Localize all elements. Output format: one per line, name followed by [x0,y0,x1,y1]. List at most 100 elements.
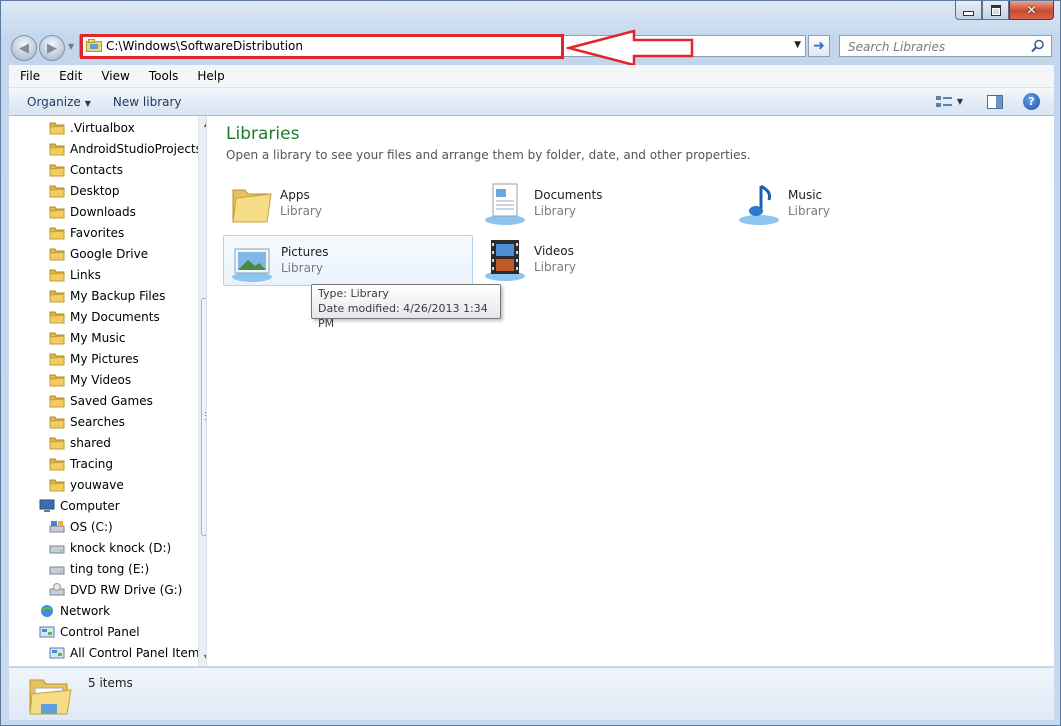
menu-tools[interactable]: Tools [139,69,188,83]
nav-item[interactable]: Google Drive [49,243,148,264]
videos-folder-icon [49,374,65,386]
nav-item[interactable]: Links [49,264,101,285]
library-tile-documents[interactable]: Documents Library [477,179,727,230]
nav-item[interactable]: Tracing [49,453,113,474]
nav-item-label: Links [70,267,101,282]
nav-item[interactable]: My Videos [49,369,131,390]
nav-item[interactable]: Desktop [49,180,120,201]
address-bar[interactable]: C:\Windows\SoftwareDistribution ▼ [79,35,806,57]
nav-item-label: Searches [70,414,125,429]
nav-item-label: Favorites [70,225,125,240]
nav-item-label: My Pictures [70,351,139,366]
contacts-folder-icon [49,164,65,176]
library-tile-apps[interactable]: Apps Library [223,179,473,230]
nav-item[interactable]: Searches [49,411,125,432]
nav-item-label: All Control Panel Items [70,645,206,660]
forward-button[interactable]: ▶ [39,35,65,61]
nav-item[interactable]: My Pictures [49,348,139,369]
tooltip-type: Type: Library [318,287,389,300]
address-path[interactable]: C:\Windows\SoftwareDistribution [106,39,303,53]
system-drive-icon [49,520,65,532]
go-button[interactable]: ➜ [808,35,830,57]
go-arrow-icon: ➜ [813,38,825,54]
menu-view[interactable]: View [91,69,138,83]
nav-item[interactable]: My Music [49,327,125,348]
music-folder-icon [49,332,65,344]
details-pane: 5 items [9,667,1054,720]
nav-item[interactable]: youwave [49,474,124,495]
nav-item[interactable]: Downloads [49,201,136,222]
nav-item[interactable]: knock knock (D:) [49,537,171,558]
music-library-icon [739,184,779,225]
organize-button[interactable]: Organize ▼ [19,95,99,109]
nav-item[interactable]: .Virtualbox [49,117,135,138]
navigation-scrollbar[interactable]: ▲ ▼ [198,116,206,666]
menu-help[interactable]: Help [187,69,233,83]
back-arrow-icon: ◀ [19,40,29,56]
nav-item[interactable]: All Control Panel Items [49,642,206,663]
library-name: Music [788,188,823,202]
nav-item-label: Desktop [70,183,120,198]
nav-item-label: My Documents [70,309,160,324]
preview-pane-icon[interactable] [987,94,1003,109]
minimize-button[interactable] [955,1,982,20]
nav-item[interactable]: My Documents [49,306,160,327]
nav-item[interactable]: Favorites [49,222,124,243]
library-tile-music[interactable]: Music Library [731,179,981,230]
nav-item[interactable]: Saved Games [49,390,153,411]
maximize-button[interactable] [982,1,1009,20]
nav-item[interactable]: Computer [39,495,120,516]
nav-item-label: youwave [70,477,124,492]
search-icon[interactable] [1031,39,1045,53]
nav-item-label: AndroidStudioProjects [70,141,202,156]
nav-item[interactable]: DVD RW Drive (G:) [49,579,182,600]
nav-item[interactable]: AndroidStudioProjects [49,138,202,159]
item-count: 5 items [88,676,133,690]
nav-item[interactable]: shared [49,432,111,453]
nav-item[interactable]: OS (C:) [49,516,113,537]
favorites-folder-icon [49,227,65,239]
command-bar: Organize ▼ New library ▼ ? [9,88,1054,116]
library-type: Library [534,260,576,274]
documents-library-icon [485,183,525,225]
links-folder-icon [49,269,65,281]
search-input[interactable] [846,37,1030,57]
pictures-folder-icon [49,353,65,365]
menu-bar: File Edit View Tools Help [9,65,1054,88]
menu-edit[interactable]: Edit [49,69,91,83]
folder-icon [49,437,65,449]
back-button[interactable]: ◀ [11,35,37,61]
libraries-folder-icon [29,679,72,715]
nav-item[interactable]: Control Panel [39,621,140,642]
help-icon[interactable]: ? [1023,93,1040,110]
scroll-up-icon[interactable]: ▲ [199,116,206,132]
close-button[interactable]: ✕ [1009,1,1054,20]
library-type: Library [534,204,576,218]
address-dropdown-icon[interactable]: ▼ [794,40,801,50]
nav-item[interactable]: Contacts [49,159,123,180]
new-library-button[interactable]: New library [105,95,190,109]
library-type: Library [788,204,830,218]
nav-item[interactable]: ting tong (E:) [49,558,149,579]
page-subtitle: Open a library to see your files and arr… [226,148,751,162]
pictures-library-icon [232,248,272,282]
nav-item[interactable]: My Backup Files [49,285,165,306]
nav-item[interactable]: Network [39,600,110,621]
menu-file[interactable]: File [9,69,49,83]
nav-item-label: knock knock (D:) [70,540,172,555]
library-tile-pictures[interactable]: Pictures Library [223,235,473,286]
nav-item-label: .Virtualbox [70,120,135,135]
change-view-icon[interactable] [935,95,953,109]
library-tile-videos[interactable]: Videos Library [477,235,727,286]
view-options-dropdown[interactable]: ▼ [957,97,963,106]
drive-icon [49,566,65,574]
folder-icon [49,479,65,491]
nav-item-label: My Backup Files [70,288,166,303]
scroll-down-icon[interactable]: ▼ [199,650,206,666]
minimize-icon [963,10,974,16]
nav-item-label: My Videos [70,372,132,387]
libraries-icon [86,39,102,52]
recent-pages-dropdown[interactable]: ▼ [68,42,74,51]
search-box[interactable] [839,35,1052,57]
dvd-drive-icon [49,582,65,595]
